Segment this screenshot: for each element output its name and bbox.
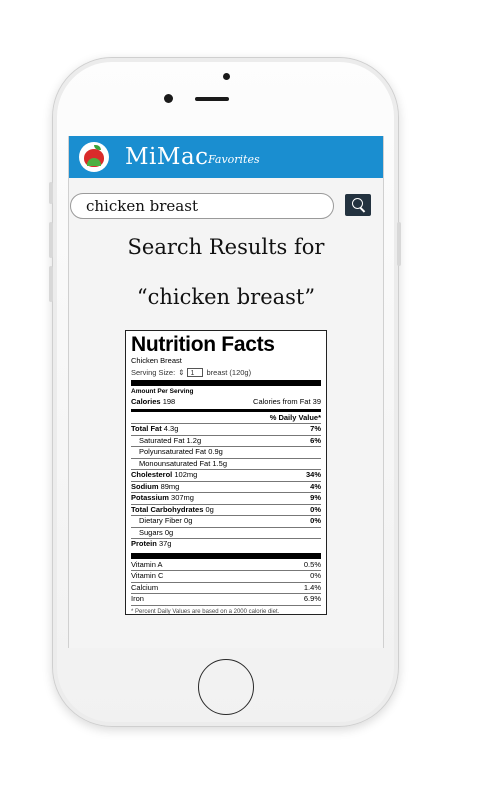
serving-label: Serving Size: xyxy=(131,368,176,377)
calories-label: Calories xyxy=(131,397,161,406)
divider xyxy=(131,408,321,412)
results-query: “chicken breast” xyxy=(136,285,316,309)
app-header: MiMac Favorites xyxy=(69,136,383,178)
serving-size: Serving Size: ⇕ 1 breast (120g) xyxy=(131,368,321,377)
volume-up-button xyxy=(49,222,53,258)
nutrient-row: Sodium 89mg 4% xyxy=(131,480,321,491)
vitamin-row: Calcium 1.4% xyxy=(131,581,321,592)
calories-from-fat: Calories from Fat 39 xyxy=(253,397,321,406)
nutrient-row: Potassium 307mg 9% xyxy=(131,492,321,502)
app-title: MiMac xyxy=(125,144,209,170)
vitamin-row: Vitamin C 0% xyxy=(131,570,321,580)
nutrient-row: Total Carbohydrates 0g 0% xyxy=(131,503,321,514)
search-icon-handle xyxy=(359,207,366,213)
search-input[interactable]: chicken breast xyxy=(70,193,334,219)
search-button[interactable] xyxy=(345,194,371,216)
nutrient-row: Polyunsaturated Fat 0.9g xyxy=(131,446,321,458)
nutrient-row: Protein 37g xyxy=(131,538,321,550)
volume-down-button xyxy=(49,266,53,302)
serving-unit: breast (120g) xyxy=(206,368,252,377)
nutrient-row: Sugars 0g xyxy=(131,526,321,539)
nutrient-row: Total Fat 4.3g 7% xyxy=(131,423,321,433)
mute-switch xyxy=(49,182,53,204)
front-camera xyxy=(164,94,173,103)
nutrient-row: Dietary Fiber 0g 0% xyxy=(131,515,321,527)
calories-row: Calories 198 Calories from Fat 39 xyxy=(131,397,321,408)
nutrient-row: Cholesterol 102mg 34% xyxy=(131,469,321,479)
hill-shape xyxy=(87,158,101,166)
food-name: Chicken Breast xyxy=(131,356,182,365)
home-button[interactable] xyxy=(198,659,254,715)
stepper-icon[interactable]: ⇕ xyxy=(178,368,184,377)
serving-quantity-input[interactable]: 1 xyxy=(187,368,204,377)
amount-per-serving: Amount Per Serving xyxy=(131,388,194,395)
vitamin-row: Iron 6.9% xyxy=(131,593,321,603)
power-button xyxy=(397,222,401,266)
divider xyxy=(131,552,321,559)
calories-value: 198 xyxy=(162,397,176,406)
phone-screen: MiMac Favorites chicken breast Search Re… xyxy=(68,136,384,648)
daily-value-header: % Daily Value* xyxy=(269,412,321,422)
vitamin-row: Vitamin A 0.5% xyxy=(131,559,321,569)
front-sensor xyxy=(223,73,230,80)
earpiece-speaker xyxy=(195,97,229,101)
divider xyxy=(131,380,321,386)
nutrition-facts-label: Nutrition Facts Chicken Breast Serving S… xyxy=(125,330,327,615)
nutrition-title: Nutrition Facts xyxy=(131,333,275,356)
favorites-link[interactable]: Favorites xyxy=(208,153,260,166)
footnote: * Percent Daily Values are based on a 20… xyxy=(131,608,280,615)
apple-logo-icon[interactable] xyxy=(79,142,109,172)
nutrient-row: Saturated Fat 1.2g 6% xyxy=(131,434,321,447)
results-heading: Search Results for xyxy=(127,235,325,259)
nutrient-row: Monounsaturated Fat 1.5g xyxy=(131,457,321,470)
